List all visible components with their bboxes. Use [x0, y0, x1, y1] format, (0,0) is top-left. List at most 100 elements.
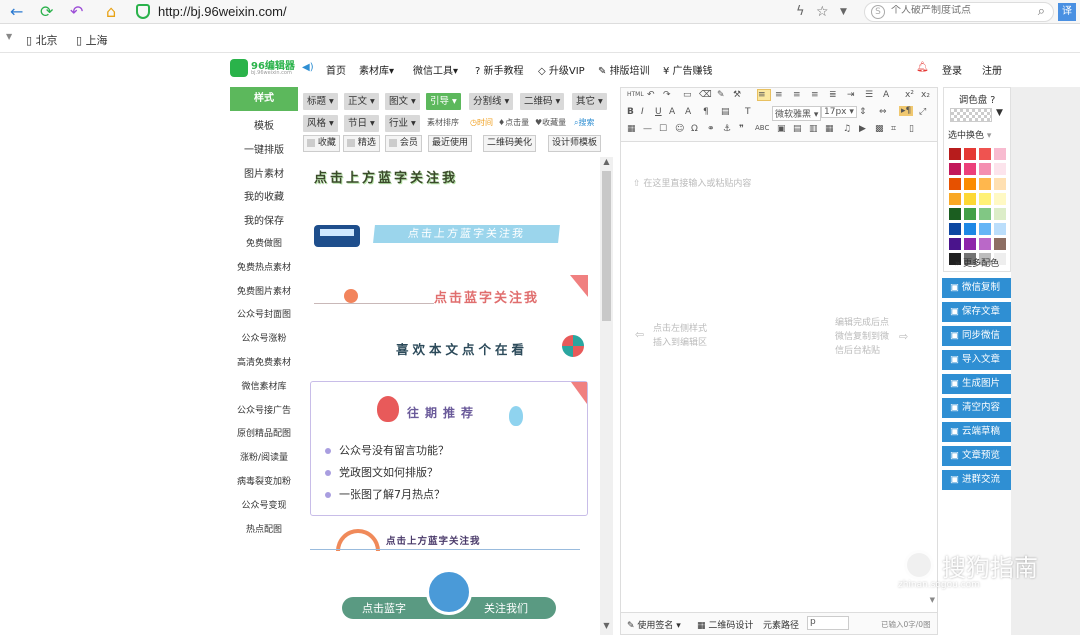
- color-swatch[interactable]: [994, 178, 1006, 190]
- url-text[interactable]: http://bj.96weixin.com/: [158, 2, 287, 22]
- color-swatch[interactable]: [994, 208, 1006, 220]
- color-swatch[interactable]: [994, 163, 1006, 175]
- fullscreen-icon[interactable]: ⤢: [919, 107, 926, 117]
- color-swatch[interactable]: [964, 208, 976, 220]
- redo-icon[interactable]: ↷: [663, 90, 671, 100]
- sort-time[interactable]: ◷时间: [470, 117, 493, 128]
- color-swatch[interactable]: [964, 193, 976, 205]
- nav-vip[interactable]: ◇ 升级VIP: [538, 62, 585, 77]
- color-swatch[interactable]: [979, 238, 991, 250]
- table-icon[interactable]: ▦: [627, 124, 636, 134]
- abc-icon[interactable]: ABC: [755, 124, 769, 132]
- left-menu-item[interactable]: 公众号变现: [230, 498, 298, 511]
- color-swatch[interactable]: [979, 208, 991, 220]
- multi-image-icon[interactable]: ▤: [793, 124, 802, 134]
- link-icon[interactable]: ⚭: [707, 124, 715, 134]
- color-dropdown-icon[interactable]: ▼: [996, 108, 1003, 118]
- side-button[interactable]: ▣ 云端草稿: [942, 422, 1011, 442]
- element-path-select[interactable]: p: [807, 616, 849, 630]
- style-list-scrollbar[interactable]: ▲ ▼: [600, 157, 613, 635]
- qr-beautify-button[interactable]: 二维码美化: [483, 135, 537, 152]
- color-swatch[interactable]: [994, 238, 1006, 250]
- left-menu-item[interactable]: 病毒裂变加粉: [230, 474, 298, 487]
- size-icon[interactable]: T: [745, 107, 751, 117]
- undo-icon[interactable]: ↶: [70, 2, 83, 22]
- address-bar[interactable]: http://bj.96weixin.com/: [128, 2, 858, 22]
- quote-icon[interactable]: ❞: [739, 124, 744, 134]
- side-button[interactable]: ▣ 文章预览: [942, 446, 1011, 466]
- font-family-select[interactable]: 微软雅黑 ▾: [772, 106, 822, 121]
- spacing-icon[interactable]: ⇕: [859, 107, 867, 117]
- recommend-list-item[interactable]: 一张图了解7月热点？: [325, 486, 445, 502]
- home-icon[interactable]: ⌂: [106, 2, 116, 22]
- left-menu-item[interactable]: 免费热点素材: [230, 260, 298, 273]
- omega-icon[interactable]: Ω: [691, 124, 698, 134]
- editor-scroll-down-icon[interactable]: ▼: [930, 596, 935, 604]
- left-menu-item[interactable]: 公众号封面图: [230, 307, 298, 320]
- left-menu-item[interactable]: 高清免费素材: [230, 355, 298, 368]
- left-menu-item[interactable]: 热点配图: [230, 522, 298, 535]
- color-preview[interactable]: [950, 108, 992, 122]
- undo-icon[interactable]: ↶: [647, 90, 655, 100]
- nav-home[interactable]: 首页: [326, 62, 346, 77]
- image-align-icon[interactable]: ▥: [809, 124, 818, 134]
- color-swatch[interactable]: [949, 208, 961, 220]
- color-swatch[interactable]: [949, 238, 961, 250]
- html-icon[interactable]: HTML: [627, 91, 644, 98]
- underline-icon[interactable]: U: [655, 107, 662, 117]
- bookmark-shanghai[interactable]: ▯ 上海: [76, 32, 108, 48]
- left-menu-item[interactable]: 图片素材: [230, 165, 298, 180]
- style-item-follow-1[interactable]: 点击上方蓝字关注我: [314, 167, 458, 186]
- style-item-sunrise[interactable]: 点击蓝字关注我: [314, 275, 588, 309]
- align-center-icon[interactable]: ≡: [775, 90, 783, 100]
- search-link[interactable]: ⌕搜索: [574, 117, 594, 128]
- search-input[interactable]: [891, 5, 1021, 16]
- left-menu-item[interactable]: 微信素材库: [230, 379, 298, 392]
- hr-icon[interactable]: —: [643, 124, 652, 134]
- left-menu-item[interactable]: 免费图片素材: [230, 284, 298, 297]
- tag-qrcode[interactable]: 二维码 ▾: [520, 93, 565, 110]
- color-swatch[interactable]: [994, 193, 1006, 205]
- left-menu-item[interactable]: 我的收藏: [230, 188, 298, 203]
- color-swatch[interactable]: [994, 148, 1006, 160]
- speaker-icon[interactable]: ◀): [302, 62, 314, 73]
- format-icon[interactable]: ▤: [721, 107, 730, 117]
- bell-icon[interactable]: 🔔︎: [916, 62, 929, 73]
- left-menu-item[interactable]: 涨粉/阅读量: [230, 450, 298, 463]
- italic-icon[interactable]: I: [641, 107, 644, 117]
- letter-spacing-icon[interactable]: ⇔: [879, 107, 887, 117]
- color-swatch[interactable]: [949, 148, 961, 160]
- page-icon[interactable]: ▯: [909, 124, 914, 134]
- search-icon[interactable]: ⌕: [1038, 4, 1045, 19]
- clear-format-icon[interactable]: ⌫: [699, 90, 712, 100]
- media-icon[interactable]: ▦: [825, 124, 834, 134]
- color-swatch[interactable]: [949, 223, 961, 235]
- color-swatch[interactable]: [979, 163, 991, 175]
- paint-icon[interactable]: ✎: [717, 90, 725, 100]
- qr-design-button[interactable]: ▦ 二维码设计: [697, 618, 753, 631]
- left-menu-item[interactable]: 模板: [230, 117, 298, 132]
- sort-clicks[interactable]: ♦点击量: [498, 117, 529, 128]
- line-height-icon[interactable]: ≣: [829, 90, 837, 100]
- map-icon[interactable]: ▩: [875, 124, 884, 134]
- brush-icon[interactable]: ⚒: [733, 90, 741, 100]
- anchor-icon[interactable]: ⚓︎: [723, 124, 731, 134]
- side-button[interactable]: ▣ 导入文章: [942, 350, 1011, 370]
- style-item-bus-banner[interactable]: 点击上方蓝字关注我: [314, 219, 574, 251]
- left-menu-item[interactable]: 原创精品配图: [230, 426, 298, 439]
- side-button[interactable]: ▣ 微信复制: [942, 278, 1011, 298]
- select-change-color[interactable]: 选中换色 ▾: [948, 128, 991, 141]
- recommend-list-item[interactable]: 党政图文如何排版？: [325, 464, 438, 480]
- designer-template-button[interactable]: 设计师模板: [548, 135, 602, 152]
- tag-divider[interactable]: 分割线 ▾: [469, 93, 514, 110]
- tag-image-text[interactable]: 图文 ▾: [385, 93, 420, 110]
- music-icon[interactable]: ♫: [843, 124, 851, 134]
- align-right-icon[interactable]: ≡: [793, 90, 801, 100]
- color-swatch[interactable]: [964, 148, 976, 160]
- nav-ads[interactable]: ¥ 广告赚钱: [663, 62, 713, 77]
- extension-icon[interactable]: 译: [1058, 3, 1076, 21]
- bookmark-beijing[interactable]: ▯ 北京: [26, 32, 58, 48]
- style-item-follow-us[interactable]: 点击蓝字 关注我们: [342, 569, 556, 621]
- color-swatch[interactable]: [979, 178, 991, 190]
- tag-guide[interactable]: 引导 ▾: [426, 93, 461, 110]
